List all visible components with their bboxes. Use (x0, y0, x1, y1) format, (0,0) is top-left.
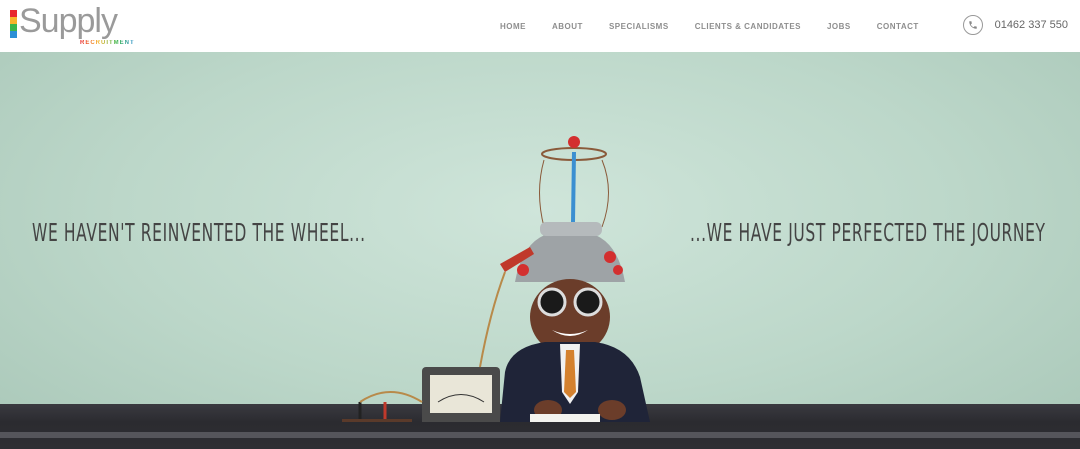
nav-contact[interactable]: CONTACT (877, 22, 919, 31)
logo-subtitle: RECRUITMENT (80, 40, 135, 46)
nav-clients-candidates[interactable]: CLIENTS & CANDIDATES (695, 22, 801, 31)
logo-text: Supply (19, 2, 118, 40)
logo[interactable]: Supply RECRUITMENT (10, 2, 140, 50)
hero-illustration (342, 136, 650, 422)
nav-specialisms[interactable]: SPECIALISMS (609, 22, 669, 31)
desk-edge (0, 432, 1080, 438)
hero-tagline-left: WE HAVEN'T REINVENTED THE WHEEL... (32, 218, 366, 247)
nav-about[interactable]: ABOUT (552, 22, 583, 31)
phone-number: 01462 337 550 (994, 19, 1068, 31)
hero-banner: WE HAVEN'T REINVENTED THE WHEEL... ...WE… (0, 52, 1080, 449)
nav-home[interactable]: HOME (500, 22, 526, 31)
main-nav: HOME ABOUT SPECIALISMS CLIENTS & CANDIDA… (500, 0, 919, 52)
logo-mark-icon (10, 10, 17, 40)
site-header: Supply RECRUITMENT HOME ABOUT SPECIALISM… (0, 0, 1080, 52)
nav-jobs[interactable]: JOBS (827, 22, 851, 31)
phone-contact[interactable]: 01462 337 550 (962, 15, 1068, 35)
hero-tagline-right: ...WE HAVE JUST PERFECTED THE JOURNEY (690, 218, 1046, 247)
phone-icon (962, 15, 983, 35)
